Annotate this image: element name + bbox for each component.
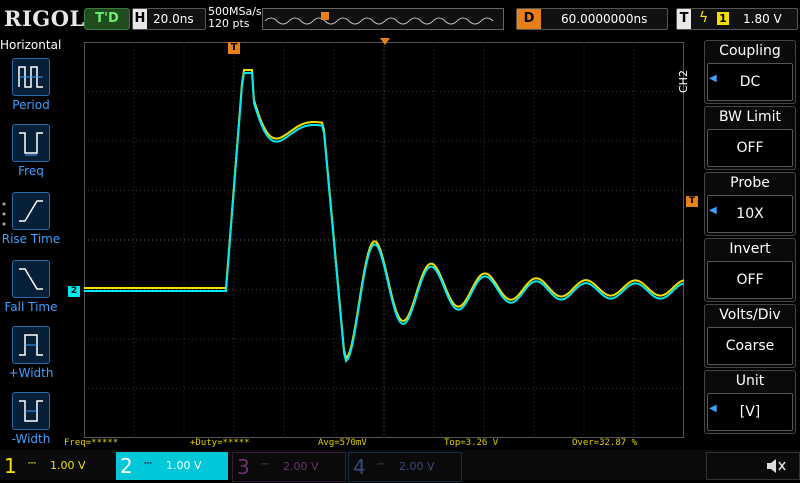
channel-number: 3 xyxy=(237,455,250,479)
delay-box[interactable]: D 60.0000000ns xyxy=(516,8,668,30)
rise-time-icon xyxy=(12,192,50,230)
menu-bw-limit[interactable]: BW Limit OFF xyxy=(704,106,796,170)
channel-2-tab[interactable]: 2 ⎓ 1.00 V xyxy=(116,452,228,480)
brand-logo: RIGOL xyxy=(4,6,85,31)
delay-key: D xyxy=(517,9,541,29)
menu-item-rise-time[interactable]: Rise Time xyxy=(2,192,60,256)
trigger-level-marker[interactable]: T xyxy=(686,196,698,207)
left-menu-title: Horizontal xyxy=(0,38,62,52)
trigger-source: 1 xyxy=(717,12,729,25)
channel-number: 2 xyxy=(120,454,133,478)
memory-overview-bar[interactable] xyxy=(262,8,504,30)
channel-scale: 1.00 V xyxy=(166,459,202,472)
menu-title: Invert xyxy=(729,241,771,257)
trigger-level: 1.80 V xyxy=(743,12,782,26)
measure-overshoot: Over=32.87 % xyxy=(572,438,638,448)
waveform-display[interactable] xyxy=(84,42,685,438)
timebase-box[interactable]: H 20.0ns xyxy=(132,8,206,30)
dc-coupling-icon: ⎓ xyxy=(144,458,152,469)
waveform-grid xyxy=(84,42,685,438)
channel-2-offset-marker[interactable]: 2 xyxy=(68,286,80,297)
measurement-bar: Freq=***** +Duty=***** Avg=570mV Top=3.2… xyxy=(60,438,700,450)
right-menu-channel-tag: CH2 xyxy=(677,70,690,93)
menu-label: Freq xyxy=(18,164,44,178)
menu-value: [V] xyxy=(707,393,793,431)
measure-duty: +Duty=***** xyxy=(190,438,250,448)
period-icon xyxy=(12,58,50,96)
sound-button[interactable] xyxy=(706,452,800,480)
menu-label: Rise Time xyxy=(1,232,61,246)
menu-volts-div[interactable]: Volts/Div Coarse xyxy=(704,304,796,368)
menu-value: 10X xyxy=(707,195,793,233)
channel-number: 4 xyxy=(353,455,366,479)
menu-value: Coarse xyxy=(707,327,793,365)
channel-1-tab[interactable]: 1 ⎓ 1.00 V xyxy=(0,452,112,480)
memory-points: 120 pts xyxy=(208,17,250,30)
timebase-value: 20.0ns xyxy=(153,12,194,26)
memory-waveform-overview xyxy=(264,12,494,25)
measure-avg: Avg=570mV xyxy=(318,438,367,448)
delay-value: 60.0000000ns xyxy=(561,12,648,26)
run-status-badge[interactable]: T'D xyxy=(84,8,130,30)
dc-coupling-icon: ⎓ xyxy=(261,459,269,470)
menu-item-freq[interactable]: Freq xyxy=(4,124,58,188)
menu-label: Period xyxy=(12,98,50,112)
dc-coupling-icon: ⎓ xyxy=(377,459,385,470)
menu-value: DC xyxy=(707,63,793,101)
frequency-icon xyxy=(12,124,50,162)
menu-item-positive-width[interactable]: +Width xyxy=(4,326,58,390)
menu-title: Unit xyxy=(735,373,765,389)
left-arrow-icon: ◀ xyxy=(709,205,717,216)
negative-width-icon xyxy=(12,392,50,430)
menu-item-fall-time[interactable]: Fall Time xyxy=(4,260,58,324)
menu-value: OFF xyxy=(707,261,793,299)
menu-label: +Width xyxy=(8,366,54,380)
channel-4-tab[interactable]: 4 ⎓ 2.00 V xyxy=(348,452,462,482)
menu-probe[interactable]: Probe 10X ◀ xyxy=(704,172,796,236)
menu-title: Coupling xyxy=(719,43,781,59)
menu-title: Probe xyxy=(730,175,770,191)
horizontal-key: H xyxy=(133,9,147,29)
trigger-box[interactable]: T ϟ 1 1.80 V xyxy=(676,8,798,30)
dc-coupling-icon: ⎓ xyxy=(28,458,36,469)
menu-unit[interactable]: Unit [V] ◀ xyxy=(704,370,796,434)
speaker-mute-icon xyxy=(767,459,786,473)
channel-number: 1 xyxy=(4,454,17,478)
menu-title: Volts/Div xyxy=(719,307,781,323)
measure-freq: Freq=***** xyxy=(64,438,119,448)
menu-coupling[interactable]: Coupling DC ◀ xyxy=(704,40,796,104)
center-marker-icon xyxy=(380,38,390,45)
trigger-position-marker[interactable]: T xyxy=(228,42,240,54)
left-arrow-icon: ◀ xyxy=(709,73,717,84)
channel-scale: 2.00 V xyxy=(399,460,435,473)
menu-label: -Width xyxy=(11,432,51,446)
sample-info: 500MSa/s 120 pts xyxy=(208,6,262,30)
channel-scale: 2.00 V xyxy=(283,460,319,473)
left-arrow-icon: ◀ xyxy=(709,403,717,414)
menu-item-period[interactable]: Period xyxy=(4,58,58,122)
menu-title: BW Limit xyxy=(718,109,782,125)
measure-top: Top=3.26 V xyxy=(444,438,499,448)
menu-item-negative-width[interactable]: -Width xyxy=(4,392,58,456)
channel-scale: 1.00 V xyxy=(50,459,86,472)
fall-time-icon xyxy=(12,260,50,298)
menu-invert[interactable]: Invert OFF xyxy=(704,238,796,302)
channel-3-tab[interactable]: 3 ⎓ 2.00 V xyxy=(232,452,346,482)
trigger-key: T xyxy=(677,9,691,29)
memory-trigger-marker-icon xyxy=(321,12,329,20)
menu-label: Fall Time xyxy=(4,300,58,314)
menu-value: OFF xyxy=(707,129,793,167)
positive-width-icon xyxy=(12,326,50,364)
channel-2-waveform xyxy=(84,72,685,363)
rising-edge-icon: ϟ xyxy=(699,10,709,26)
